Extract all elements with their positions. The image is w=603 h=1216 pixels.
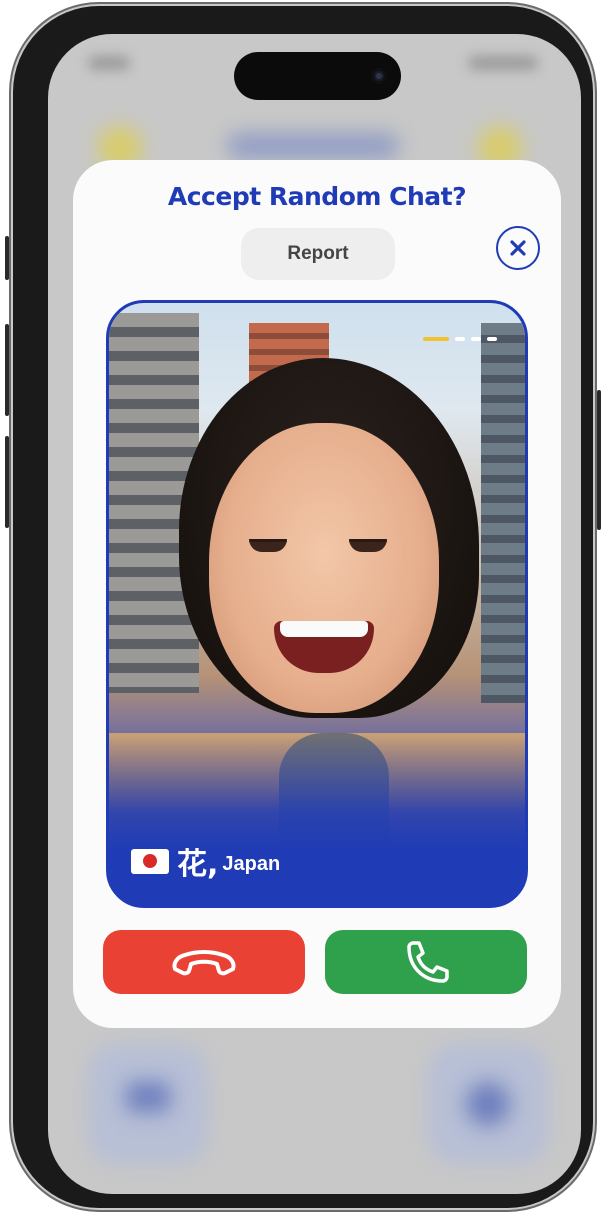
silent-switch — [5, 236, 9, 280]
phone-frame: Accept Random Chat? Report 花, Japan — [5, 6, 601, 1208]
camera-icon — [371, 68, 387, 84]
random-chat-modal: Accept Random Chat? Report 花, Japan — [73, 160, 561, 1028]
phone-icon — [407, 941, 449, 983]
volume-up-button — [5, 324, 9, 416]
profile-caption: 花, Japan — [131, 839, 280, 883]
progress-segment — [487, 337, 497, 341]
volume-down-button — [5, 436, 9, 528]
phone-screen: Accept Random Chat? Report 花, Japan — [48, 34, 581, 1194]
accept-call-button[interactable] — [325, 930, 527, 994]
decline-call-button[interactable] — [103, 930, 305, 994]
close-icon — [510, 240, 526, 256]
hang-up-icon — [172, 950, 236, 976]
status-bar-time-blurred — [88, 56, 130, 70]
photo-progress-indicator — [423, 337, 497, 341]
progress-segment — [455, 337, 465, 341]
report-button[interactable]: Report — [241, 228, 395, 280]
profile-name: 花, — [177, 847, 219, 882]
building-right — [481, 323, 525, 703]
japan-flag-icon — [131, 848, 169, 874]
profile-photo-card[interactable]: 花, Japan — [106, 300, 528, 908]
close-circle-icon[interactable] — [496, 226, 540, 270]
background-title-blurred — [228, 134, 398, 158]
background-tile-icon-left — [126, 1082, 170, 1112]
progress-segment — [471, 337, 481, 341]
progress-segment-active — [423, 337, 449, 341]
background-tile-icon-right — [466, 1082, 510, 1126]
power-button — [597, 390, 601, 530]
modal-title: Accept Random Chat? — [167, 182, 467, 211]
profile-country: Japan — [222, 852, 281, 875]
status-bar-icons-blurred — [468, 56, 538, 70]
dynamic-island — [234, 52, 401, 100]
